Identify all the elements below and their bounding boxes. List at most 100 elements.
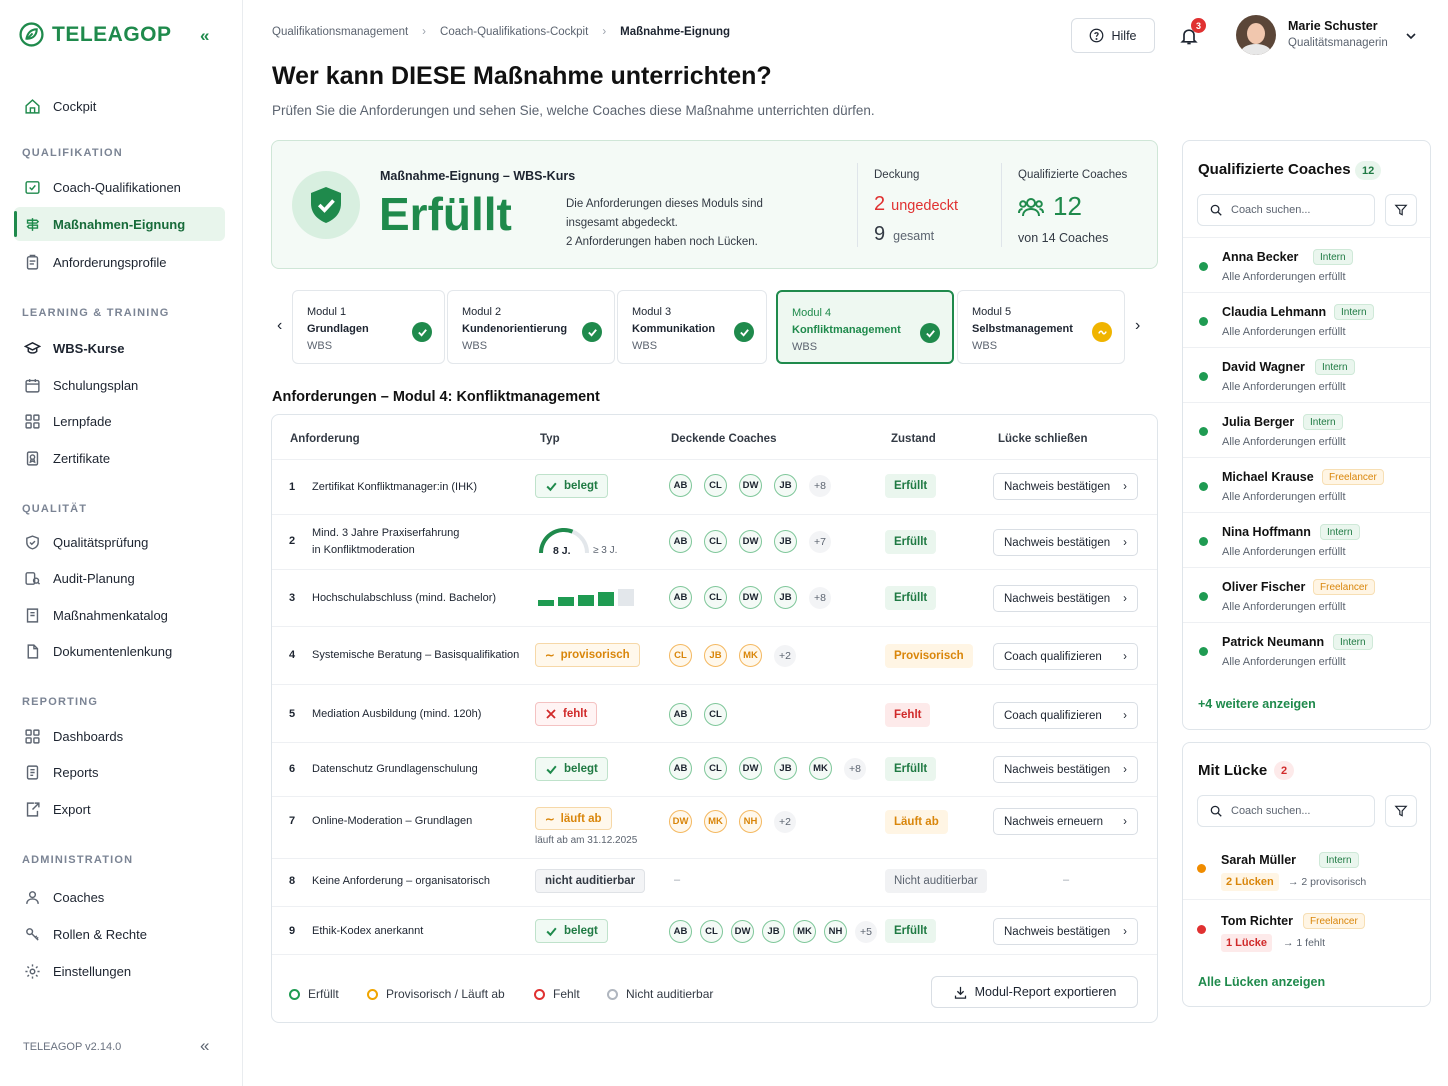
coach-avatar[interactable]: DW [739, 474, 762, 497]
breadcrumb-item[interactable]: Qualifikationsmanagement [272, 26, 408, 38]
coach-avatar[interactable]: MK [704, 810, 727, 833]
coach-avatar[interactable]: CL [704, 530, 727, 553]
action-button[interactable]: Nachweis erneuern › [993, 808, 1138, 835]
action-button[interactable]: Nachweis bestätigen › [993, 473, 1138, 500]
coach-avatar[interactable]: AB [669, 474, 692, 497]
coach-tag: Intern [1320, 524, 1360, 540]
coach-list-item[interactable]: Anna Becker Intern Alle Anforderungen er… [1183, 237, 1430, 292]
nav-export[interactable]: Export [14, 792, 225, 826]
nav-coaches[interactable]: Coaches [14, 880, 225, 914]
coach-avatar[interactable]: CL [704, 474, 727, 497]
more-coaches[interactable]: +8 [844, 757, 866, 780]
user-name[interactable]: Marie Schuster [1288, 19, 1378, 33]
module-tab[interactable]: Modul 3 Kommunikation WBS [617, 290, 767, 364]
coach-avatar[interactable]: NH [824, 920, 847, 943]
coach-avatar[interactable]: JB [774, 586, 797, 609]
coach-list-item[interactable]: Julia Berger Intern Alle Anforderungen e… [1183, 402, 1430, 457]
nav-lernpfade[interactable]: Lernpfade [14, 404, 225, 438]
breadcrumb-item[interactable]: Coach-Qualifikations-Cockpit [440, 26, 588, 38]
action-button[interactable]: Nachweis bestätigen › [993, 585, 1138, 612]
nav-qualitaetspruefung[interactable]: Qualitätsprüfung [14, 525, 225, 559]
coach-avatar[interactable]: MK [739, 644, 762, 667]
show-more-link[interactable]: +4 weitere anzeigen [1198, 697, 1316, 711]
coach-avatar[interactable]: CL [669, 644, 692, 667]
nav-coach-qualifikationen[interactable]: Coach-Qualifikationen [14, 170, 225, 204]
coach-avatar[interactable]: DW [739, 757, 762, 780]
nav-reports[interactable]: Reports [14, 755, 225, 789]
search-input[interactable]: Coach suchen... [1197, 795, 1375, 827]
module-tab[interactable]: Modul 1 Grundlagen WBS [292, 290, 445, 364]
nav-massnahmenkatalog[interactable]: Maßnahmenkatalog [14, 598, 225, 632]
coach-list-item[interactable]: Nina Hoffmann Intern Alle Anforderungen … [1183, 512, 1430, 567]
filter-button[interactable] [1385, 795, 1417, 827]
coach-avatar[interactable]: AB [669, 530, 692, 553]
coach-avatar[interactable]: DW [739, 530, 762, 553]
coach-avatar[interactable]: JB [774, 530, 797, 553]
coach-list-item[interactable]: Claudia Lehmann Intern Alle Anforderunge… [1183, 292, 1430, 347]
filter-button[interactable] [1385, 194, 1417, 226]
nav-rollen-rechte[interactable]: Rollen & Rechte [14, 917, 225, 951]
coach-avatar[interactable]: CL [704, 757, 727, 780]
chevron-right-icon: › [1123, 925, 1127, 938]
coach-avatar[interactable]: DW [731, 920, 754, 943]
coach-avatar[interactable]: AB [669, 757, 692, 780]
chevron-down-icon[interactable] [1405, 30, 1417, 42]
module-tab[interactable]: Modul 2 Kundenorientierung WBS [447, 290, 615, 364]
nav-schulungsplan[interactable]: Schulungsplan [14, 368, 225, 402]
coach-avatar[interactable]: AB [669, 703, 692, 726]
more-coaches[interactable]: +2 [774, 810, 796, 833]
more-coaches[interactable]: +7 [809, 530, 831, 553]
avatar[interactable] [1236, 15, 1276, 55]
coach-avatar[interactable]: JB [774, 474, 797, 497]
coach-list-item[interactable]: Patrick Neumann Intern Alle Anforderunge… [1183, 622, 1430, 677]
action-button[interactable]: Nachweis bestätigen › [993, 918, 1138, 945]
more-coaches[interactable]: +2 [774, 644, 796, 667]
nav-audit-planung[interactable]: Audit-Planung [14, 561, 225, 595]
export-report-button[interactable]: Modul-Report exportieren [931, 976, 1138, 1008]
action-button[interactable]: Nachweis bestätigen › [993, 756, 1138, 783]
notifications-button[interactable]: 3 [1178, 18, 1206, 48]
coach-list-item[interactable]: David Wagner Intern Alle Anforderungen e… [1183, 347, 1430, 402]
module-tab-active[interactable]: Modul 4 Konfliktmanagement WBS [776, 290, 954, 364]
action-button[interactable]: Coach qualifizieren › [993, 702, 1138, 729]
coach-avatar[interactable]: JB [762, 920, 785, 943]
nav-massnahmen-eignung[interactable]: Maßnahmen-Eignung [14, 207, 225, 241]
coach-avatar[interactable]: DW [739, 586, 762, 609]
nav-cockpit[interactable]: Cockpit [14, 89, 225, 123]
nav-wbs-kurse[interactable]: WBS-Kurse [14, 331, 225, 365]
nav-zertifikate[interactable]: Zertifikate [14, 441, 225, 475]
more-coaches[interactable]: +8 [809, 474, 831, 497]
coach-avatar[interactable]: JB [704, 644, 727, 667]
coach-avatar[interactable]: DW [669, 810, 692, 833]
coach-avatar[interactable]: CL [704, 703, 727, 726]
nav-anforderungsprofile[interactable]: Anforderungsprofile [14, 245, 225, 279]
coach-avatar[interactable]: JB [774, 757, 797, 780]
action-button[interactable]: Coach qualifizieren › [993, 643, 1138, 670]
coach-avatar[interactable]: MK [809, 757, 832, 780]
coach-avatar[interactable]: CL [704, 586, 727, 609]
coach-avatar[interactable]: CL [700, 920, 723, 943]
coach-avatar[interactable]: AB [669, 586, 692, 609]
module-tab[interactable]: Modul 5 Selbstmanagement WBS [957, 290, 1125, 364]
coach-avatar[interactable]: MK [793, 920, 816, 943]
collapse-bottom-icon[interactable]: « [200, 1036, 209, 1056]
coach-avatar[interactable]: AB [669, 920, 692, 943]
collapse-sidebar-icon[interactable]: « [200, 26, 209, 46]
search-input[interactable]: Coach suchen... [1197, 194, 1375, 226]
action-button[interactable]: Nachweis bestätigen › [993, 529, 1138, 556]
help-button[interactable]: Hilfe [1071, 18, 1155, 53]
more-coaches[interactable]: +5 [855, 920, 877, 943]
nav-dashboards[interactable]: Dashboards [14, 719, 225, 753]
nav-dokumentenlenkung[interactable]: Dokumentenlenkung [14, 634, 225, 668]
coach-avatar[interactable]: NH [739, 810, 762, 833]
chevron-left-icon[interactable]: ‹ [277, 317, 282, 335]
coach-list-item[interactable]: Oliver Fischer Freelancer Alle Anforderu… [1183, 567, 1430, 622]
coach-list-item[interactable]: Sarah Müller Intern 2 Lücken → 2 proviso… [1183, 839, 1430, 899]
more-coaches[interactable]: +8 [809, 586, 831, 609]
chevron-right-icon[interactable]: › [1135, 317, 1140, 335]
app-logo[interactable]: TELEAGOP [19, 22, 172, 47]
coach-list-item[interactable]: Michael Krause Freelancer Alle Anforderu… [1183, 457, 1430, 512]
all-gaps-link[interactable]: Alle Lücken anzeigen [1198, 975, 1325, 989]
nav-einstellungen[interactable]: Einstellungen [14, 954, 225, 988]
coach-list-item[interactable]: Tom Richter Freelancer 1 Lücke → 1 fehlt [1183, 899, 1430, 959]
